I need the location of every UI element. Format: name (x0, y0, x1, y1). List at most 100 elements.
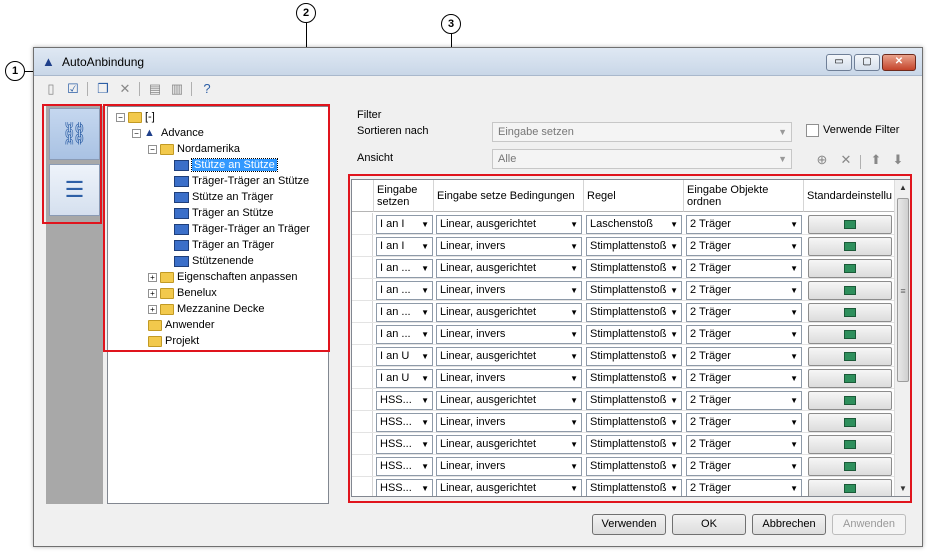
table-row[interactable]: I an ... ▼ Linear, invers ▼ Stimplattenstoß ▼… (352, 323, 895, 345)
default-settings-button[interactable] (808, 347, 892, 366)
input-set-select[interactable]: HSS... ▼ (376, 479, 433, 496)
tree-node-nordamerika[interactable]: − Nordamerika (148, 141, 240, 157)
paste-icon[interactable]: ▤ (147, 81, 163, 97)
rule-select[interactable]: Laschenstoß ▼ (586, 215, 682, 234)
condition-select[interactable]: Linear, invers ▼ (436, 325, 582, 344)
expand-icon[interactable]: + (148, 272, 157, 282)
vertical-scrollbar[interactable]: ▲ ≡ ▼ (894, 180, 911, 496)
rule-select[interactable]: Stimplattenstoß ▼ (586, 303, 682, 322)
tree-item[interactable]: Träger-Träger an Träger (174, 221, 310, 237)
row-header[interactable] (352, 345, 373, 366)
object-order-select[interactable]: 2 Träger ▼ (686, 237, 802, 256)
default-settings-button[interactable] (808, 413, 892, 432)
rule-select[interactable]: Stimplattenstoß ▼ (586, 237, 682, 256)
input-set-select[interactable]: I an ... ▼ (376, 325, 433, 344)
column-header[interactable]: Eingabe setze Bedingungen (434, 180, 584, 212)
object-order-select[interactable]: 2 Träger ▼ (686, 303, 802, 322)
input-set-select[interactable]: I an U ▼ (376, 369, 433, 388)
table-row[interactable]: I an ... ▼ Linear, ausgerichtet ▼ Stimplatte… (352, 257, 895, 279)
tree-node-anwender[interactable]: Anwender (148, 317, 215, 333)
maximize-button[interactable]: ▢ (854, 54, 880, 71)
remove-row-icon[interactable]: ✕ (838, 152, 854, 168)
list-category-button[interactable]: ☰ (49, 164, 100, 216)
view-combo[interactable]: Alle ▼ (492, 149, 792, 169)
condition-select[interactable]: Linear, invers ▼ (436, 237, 582, 256)
default-settings-button[interactable] (808, 281, 892, 300)
default-settings-button[interactable] (808, 369, 892, 388)
tree-item[interactable]: Stützenende (174, 253, 254, 269)
column-header[interactable]: Eingabe setzen (374, 180, 434, 212)
tree-item[interactable]: Stütze an Träger (174, 189, 273, 205)
default-settings-button[interactable] (808, 303, 892, 322)
scroll-thumb[interactable]: ≡ (897, 198, 909, 382)
default-settings-button[interactable] (808, 259, 892, 278)
row-header[interactable] (352, 367, 373, 388)
default-settings-button[interactable] (808, 237, 892, 256)
input-set-select[interactable]: I an I ▼ (376, 215, 433, 234)
table-row[interactable]: HSS... ▼ Linear, ausgerichtet ▼ Stimplattens… (352, 389, 895, 411)
condition-select[interactable]: Linear, invers ▼ (436, 281, 582, 300)
check-edit-icon[interactable]: ☑ (65, 81, 81, 97)
condition-select[interactable]: Linear, ausgerichtet ▼ (436, 435, 582, 454)
input-set-select[interactable]: I an I ▼ (376, 237, 433, 256)
row-header[interactable] (352, 213, 373, 234)
cancel-button[interactable]: Abbrechen (752, 514, 826, 535)
rule-select[interactable]: Stimplattenstoß ▼ (586, 369, 682, 388)
row-header[interactable] (352, 301, 373, 322)
input-set-select[interactable]: I an ... ▼ (376, 281, 433, 300)
object-order-select[interactable]: 2 Träger ▼ (686, 479, 802, 496)
input-set-select[interactable]: I an ... ▼ (376, 303, 433, 322)
condition-select[interactable]: Linear, ausgerichtet ▼ (436, 215, 582, 234)
scroll-up-icon[interactable]: ▲ (895, 180, 911, 196)
rule-select[interactable]: Stimplattenstoß ▼ (586, 479, 682, 496)
condition-select[interactable]: Linear, ausgerichtet ▼ (436, 303, 582, 322)
object-order-select[interactable]: 2 Träger ▼ (686, 369, 802, 388)
connections-category-button[interactable]: ⛓ (49, 108, 100, 160)
object-order-select[interactable]: 2 Träger ▼ (686, 215, 802, 234)
move-up-icon[interactable]: ⬆ (868, 152, 884, 168)
table-row[interactable]: I an U ▼ Linear, ausgerichtet ▼ Stimplattens… (352, 345, 895, 367)
table-row[interactable]: HSS... ▼ Linear, invers ▼ Stimplattenstoß ▼ 2 … (352, 455, 895, 477)
object-order-select[interactable]: 2 Träger ▼ (686, 391, 802, 410)
ok-button[interactable]: OK (672, 514, 746, 535)
input-set-select[interactable]: I an ... ▼ (376, 259, 433, 278)
close-button[interactable]: ✕ (882, 54, 916, 71)
paste-special-icon[interactable]: ▥ (169, 81, 185, 97)
rule-select[interactable]: Stimplattenstoß ▼ (586, 435, 682, 454)
row-header[interactable] (352, 411, 373, 432)
tree-item[interactable]: Stütze an Stütze (174, 157, 278, 173)
connection-tree[interactable]: − [-] − ▲ Advance − Nordamerika Stütze an St… (107, 106, 329, 504)
object-order-select[interactable]: 2 Träger ▼ (686, 347, 802, 366)
expand-icon[interactable]: + (148, 304, 157, 314)
object-order-select[interactable]: 2 Träger ▼ (686, 413, 802, 432)
tree-item[interactable]: Träger an Stütze (174, 205, 274, 221)
table-row[interactable]: HSS... ▼ Linear, invers ▼ Stimplattenstoß ▼ 2 … (352, 411, 895, 433)
table-row[interactable]: I an U ▼ Linear, invers ▼ Stimplattenstoß ▼ 2 … (352, 367, 895, 389)
table-row[interactable]: I an I ▼ Linear, ausgerichtet ▼ Laschenstoß ▼… (352, 213, 895, 235)
object-order-select[interactable]: 2 Träger ▼ (686, 325, 802, 344)
connections-grid[interactable]: Eingabe setzen Eingabe setze Bedingungen… (351, 179, 912, 497)
row-header[interactable] (352, 235, 373, 256)
input-set-select[interactable]: HSS... ▼ (376, 457, 433, 476)
default-settings-button[interactable] (808, 391, 892, 410)
default-settings-button[interactable] (808, 457, 892, 476)
default-settings-button[interactable] (808, 215, 892, 234)
table-row[interactable]: HSS... ▼ Linear, ausgerichtet ▼ Stimplattens… (352, 477, 895, 496)
input-set-select[interactable]: HSS... ▼ (376, 435, 433, 454)
apply-button[interactable]: Anwenden (832, 514, 906, 535)
tree-node-projekt[interactable]: Projekt (148, 333, 199, 349)
table-row[interactable]: I an I ▼ Linear, invers ▼ Stimplattenstoß ▼ 2 … (352, 235, 895, 257)
tree-item[interactable]: Träger an Träger (174, 237, 274, 253)
rule-select[interactable]: Stimplattenstoß ▼ (586, 413, 682, 432)
condition-select[interactable]: Linear, ausgerichtet ▼ (436, 391, 582, 410)
tree-item[interactable]: Träger-Träger an Stütze (174, 173, 309, 189)
object-order-select[interactable]: 2 Träger ▼ (686, 259, 802, 278)
table-row[interactable]: I an ... ▼ Linear, invers ▼ Stimplattenstoß ▼… (352, 279, 895, 301)
tree-node-advance[interactable]: − ▲ Advance (132, 125, 204, 141)
tree-group[interactable]: + Benelux (148, 285, 217, 301)
use-button[interactable]: Verwenden (592, 514, 666, 535)
column-header[interactable]: Standardeinstellu (804, 180, 896, 212)
input-set-select[interactable]: I an U ▼ (376, 347, 433, 366)
rule-select[interactable]: Stimplattenstoß ▼ (586, 391, 682, 410)
collapse-icon[interactable]: − (148, 144, 157, 154)
